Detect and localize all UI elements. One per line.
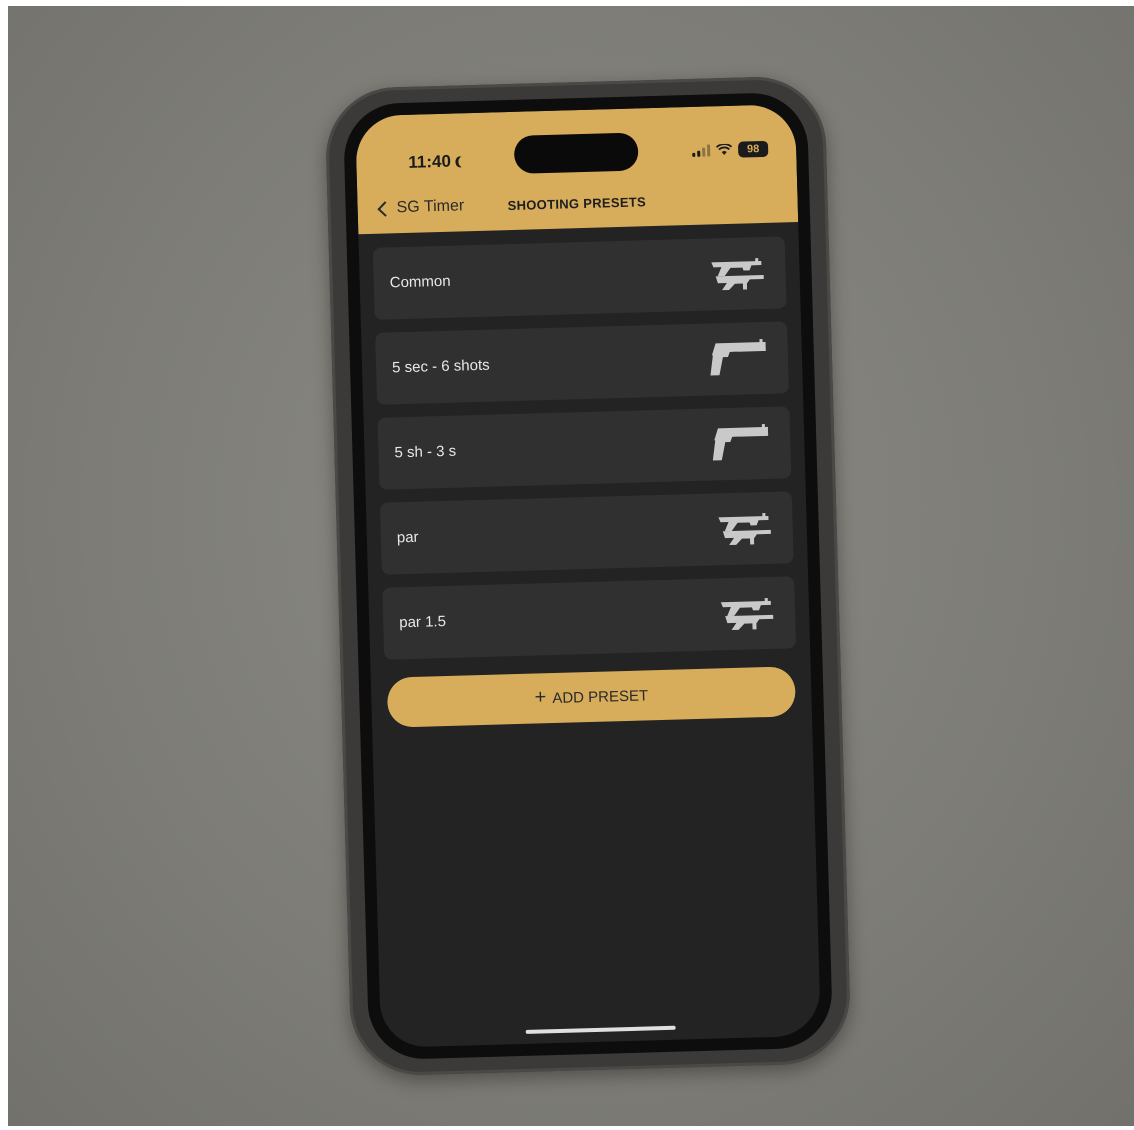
phone-body: 11:40 98 SG Timer SHOOTING PRESETS Commo…: [342, 91, 834, 1061]
preset-label: Common: [389, 272, 451, 292]
status-indicators: 98: [692, 140, 769, 159]
page-title: SHOOTING PRESETS: [507, 194, 647, 214]
signal-icon: [692, 144, 711, 157]
preset-row-5-sec-6-shots[interactable]: 5 sec - 6 shots: [375, 321, 789, 405]
preset-label: par 1.5: [398, 612, 447, 632]
add-preset-button[interactable]: + ADD PRESET: [386, 666, 796, 728]
moon-icon: [458, 156, 467, 167]
back-button[interactable]: SG Timer: [377, 197, 465, 217]
chevron-left-icon: [377, 200, 393, 217]
preset-row-par-1-5[interactable]: par 1.5: [382, 576, 797, 660]
preset-row-common[interactable]: Common: [372, 236, 787, 320]
add-preset-label: ADD PRESET: [552, 686, 649, 707]
dynamic-island: [513, 132, 639, 174]
plus-icon: +: [534, 686, 547, 709]
rifle-icon: [718, 513, 771, 546]
header: 11:40 98 SG Timer SHOOTING PRESETS: [355, 104, 799, 235]
pistol-icon: [712, 424, 769, 461]
preset-row-par[interactable]: par: [379, 491, 794, 575]
phone-case: 11:40 98 SG Timer SHOOTING PRESETS Commo…: [324, 75, 852, 1077]
status-time-text: 11:40: [408, 151, 452, 172]
back-button-label: SG Timer: [396, 197, 465, 217]
preset-label: 5 sh - 3 s: [394, 442, 457, 462]
preset-row-5-sh-3-s[interactable]: 5 sh - 3 s: [377, 406, 792, 490]
rifle-icon: [720, 597, 774, 631]
table-surface: 11:40 98 SG Timer SHOOTING PRESETS Commo…: [8, 6, 1134, 1126]
pistol-icon: [710, 339, 766, 376]
phone-screen: 11:40 98 SG Timer SHOOTING PRESETS Commo…: [355, 104, 821, 1048]
rifle-icon: [711, 258, 764, 291]
preset-label: 5 sec - 6 shots: [391, 356, 490, 377]
preset-label: par: [396, 528, 419, 547]
wifi-icon: [715, 143, 733, 156]
home-indicator[interactable]: [525, 1025, 676, 1034]
status-time: 11:40: [408, 151, 463, 173]
preset-list: Common 5 sec - 6 shots 5 sh - 3 s par pa…: [372, 236, 797, 672]
battery-indicator: 98: [737, 140, 769, 158]
